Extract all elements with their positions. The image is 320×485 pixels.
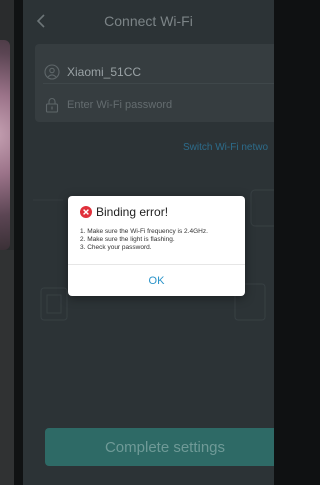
screenshot-frame: Connect Wi-Fi Xiaomi_51CC Switch Wi-Fi n… [0, 0, 274, 485]
error-x-icon [80, 206, 92, 218]
top-bar: Connect Wi-Fi [23, 0, 274, 44]
password-field[interactable] [67, 99, 247, 111]
error-tips-list: 1. Make sure the Wi-Fi frequency is 2.4G… [80, 228, 240, 252]
wifi-user-icon [44, 64, 60, 80]
password-row [35, 87, 274, 123]
background-shade [0, 250, 14, 485]
lock-icon [45, 98, 59, 113]
list-item: 3. Check your password. [80, 244, 152, 251]
dialog-title: Binding error! [96, 205, 169, 219]
complete-settings-button[interactable]: Complete settings [45, 428, 274, 466]
binding-error-dialog: Binding error! 1. Make sure the Wi-Fi fr… [68, 196, 245, 296]
list-item: 2. Make sure the light is flashing. [80, 236, 175, 243]
wifi-form: Xiaomi_51CC [35, 44, 274, 122]
list-item: 1. Make sure the Wi-Fi frequency is 2.4G… [80, 228, 208, 235]
ssid-value: Xiaomi_51CC [67, 65, 142, 79]
ok-button[interactable]: OK [68, 265, 245, 296]
form-divider [43, 83, 274, 84]
previous-screen-edge [0, 0, 14, 485]
switch-wifi-network-link[interactable]: Switch Wi-Fi netwo [183, 142, 268, 153]
ssid-row[interactable]: Xiaomi_51CC [35, 54, 274, 90]
page-title: Connect Wi-Fi [104, 13, 193, 29]
dialog-header: Binding error! [80, 205, 168, 219]
background-photo [0, 40, 10, 250]
